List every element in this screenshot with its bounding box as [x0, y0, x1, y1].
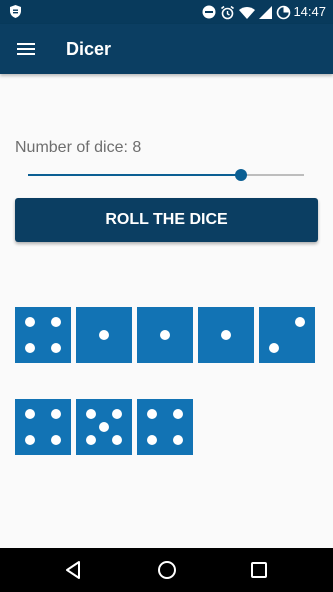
die-pip — [99, 422, 109, 432]
die-face-8 — [137, 399, 193, 455]
do-not-disturb-icon — [202, 5, 216, 19]
die-face-1 — [15, 307, 71, 363]
die-face-5 — [259, 307, 315, 363]
die-pip — [86, 409, 97, 420]
die-pip — [147, 434, 158, 445]
die-pip — [294, 317, 305, 328]
hamburger-menu-icon[interactable] — [14, 38, 38, 60]
home-icon[interactable] — [155, 558, 179, 582]
battery-icon — [276, 5, 291, 19]
dice-count-label: Number of dice: 8 — [15, 139, 142, 156]
back-icon[interactable] — [62, 558, 86, 582]
die-pip — [147, 409, 158, 420]
die-face-3 — [137, 307, 193, 363]
slider-thumb[interactable] — [235, 169, 247, 181]
navigation-bar — [0, 548, 333, 592]
die-pip — [269, 342, 280, 353]
die-pip — [99, 330, 109, 340]
cellular-signal-icon — [259, 5, 272, 19]
app-bar: Dicer — [0, 24, 333, 74]
die-pip — [25, 434, 36, 445]
dice-count-slider[interactable] — [28, 168, 304, 182]
die-face-7 — [76, 399, 132, 455]
status-bar: 14:47 — [0, 0, 333, 24]
die-face-4 — [198, 307, 254, 363]
die-pip — [50, 317, 61, 328]
die-pip — [50, 342, 61, 353]
die-face-6 — [15, 399, 71, 455]
die-pip — [172, 434, 183, 445]
die-pip — [172, 409, 183, 420]
die-pip — [25, 317, 36, 328]
app-title: Dicer — [66, 39, 112, 59]
die-pip — [50, 409, 61, 420]
die-pip — [111, 409, 122, 420]
die-face-2 — [76, 307, 132, 363]
die-pip — [221, 330, 231, 340]
die-pip — [86, 434, 97, 445]
die-pip — [50, 434, 61, 445]
die-pip — [25, 409, 36, 420]
shield-icon — [10, 5, 21, 18]
die-pip — [25, 342, 36, 353]
status-time: 14:47 — [293, 4, 326, 19]
die-pip — [160, 330, 170, 340]
roll-dice-button[interactable]: ROLL THE DICE — [15, 198, 318, 242]
alarm-icon — [221, 5, 234, 19]
slider-fill — [28, 174, 241, 176]
recents-icon[interactable] — [247, 558, 271, 582]
die-pip — [111, 434, 122, 445]
wifi-icon — [239, 6, 255, 19]
